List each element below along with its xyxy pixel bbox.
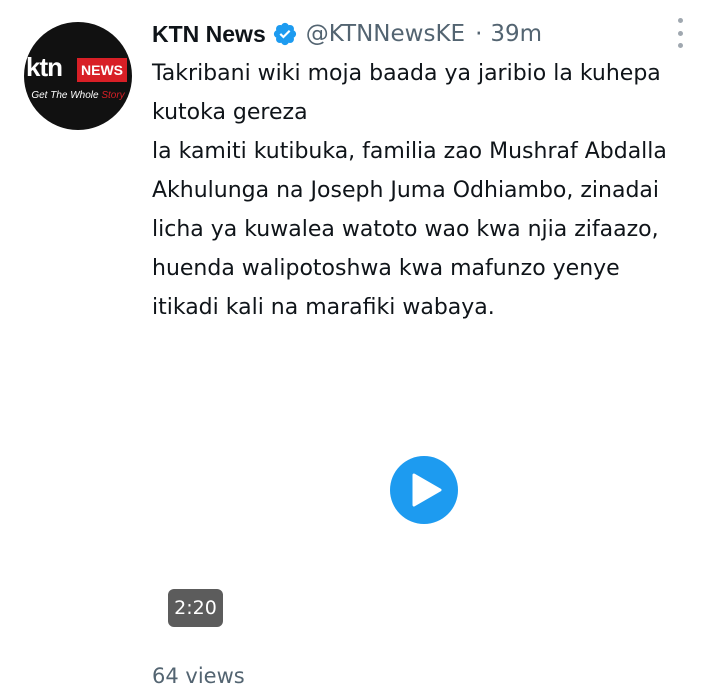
avatar-tagline: Get The Whole Story: [31, 90, 125, 101]
tweet-text-line: itikadi kali na marafiki wabaya.: [152, 295, 495, 320]
separator-dot: ·: [475, 21, 483, 47]
author-name[interactable]: KTN News: [152, 21, 266, 48]
tweet-text-line: kutoka gereza: [152, 100, 308, 125]
tweet-timestamp[interactable]: 39m: [490, 21, 542, 47]
avatar[interactable]: ktn NEWS Get The Whole Story: [24, 22, 132, 130]
author-handle[interactable]: @KTNNewsKE: [306, 21, 465, 47]
play-icon: [412, 473, 441, 507]
play-button[interactable]: [390, 456, 458, 524]
tweet-text-line: Akhulunga na Joseph Juma Odhiambo, zinad…: [152, 178, 660, 203]
tweet-header: KTN News @KTNNewsKE · 39m: [152, 16, 542, 52]
avatar-brand: ktn: [26, 52, 63, 82]
view-count[interactable]: 64 views: [152, 664, 245, 688]
video-duration: 2:20: [168, 589, 223, 627]
tweet-text-line: licha ya kuwalea watoto wao kwa njia zif…: [152, 217, 659, 242]
tweet-text-line: la kamiti kutibuka, familia zao Mushraf …: [152, 139, 667, 164]
tweet-text: Takribani wiki moja baada ya jaribio la …: [152, 54, 692, 327]
more-options-icon[interactable]: [672, 18, 688, 48]
tweet-text-line: huenda walipotoshwa kwa mafunzo yenye: [152, 256, 620, 281]
tweet-text-line: Takribani wiki moja baada ya jaribio la …: [152, 61, 661, 86]
verified-badge-icon: [273, 22, 296, 46]
avatar-badge: NEWS: [77, 58, 127, 82]
